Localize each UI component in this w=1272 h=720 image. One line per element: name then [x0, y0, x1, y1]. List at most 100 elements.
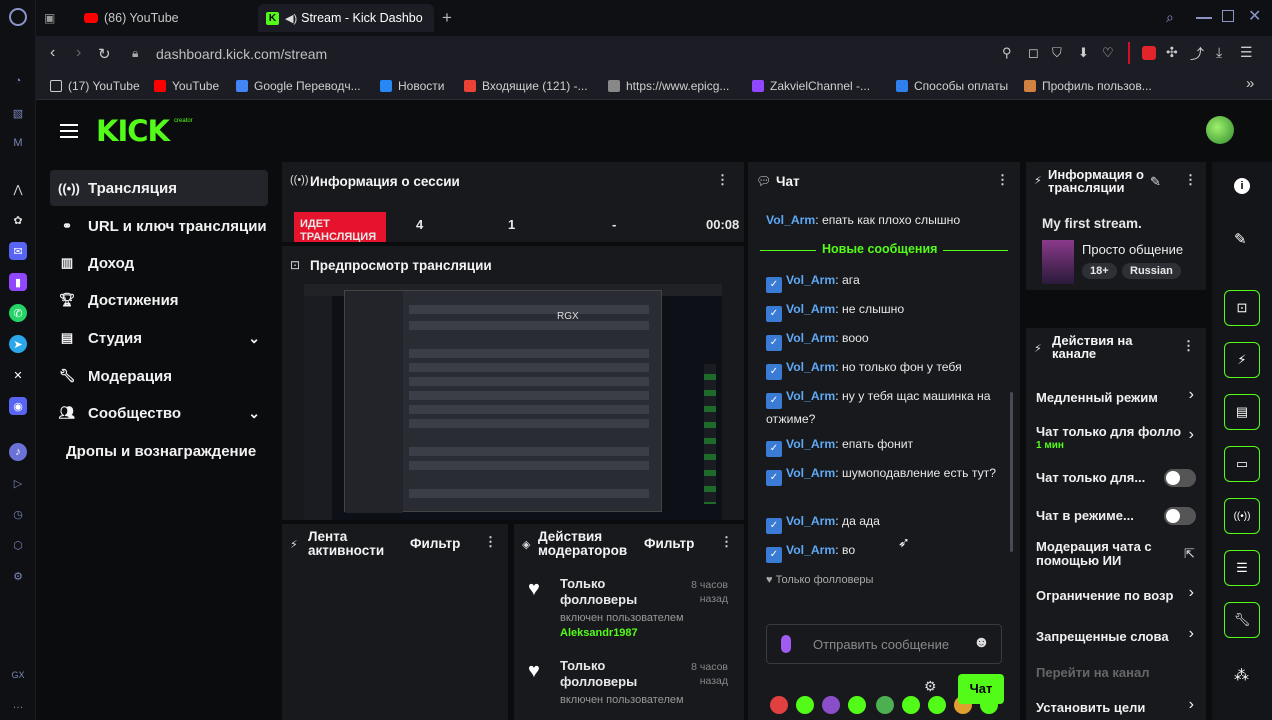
more-options-icon[interactable]: ⋮ [484, 534, 497, 550]
x-icon[interactable]: ✕ [9, 366, 27, 384]
tab-menu[interactable]: ▣ [36, 4, 66, 32]
url-field[interactable]: dashboard.kick.com/stream [156, 46, 327, 62]
rail-button-preview[interactable]: ⊡ [1224, 290, 1260, 326]
bookmark-item[interactable]: YouTube [154, 76, 219, 96]
close-window-icon[interactable]: ✕ [1248, 6, 1261, 26]
bookmark-item[interactable]: Профиль пользов... [1024, 76, 1152, 96]
action-age-restriction[interactable]: Ограничение по возр [1036, 588, 1194, 603]
action-set-goals[interactable]: Установить цели [1036, 700, 1206, 715]
chat-username[interactable]: Vol_Arm [786, 273, 835, 287]
action-slow-mode[interactable]: Медленный режим [1036, 390, 1196, 405]
more-options-icon[interactable]: ⋮ [996, 172, 1009, 188]
sidebar-item-moderation[interactable]: 🔧︎ Модерация [50, 358, 268, 394]
chat-username[interactable]: Vol_Arm [786, 302, 835, 316]
extension-icon[interactable] [1142, 46, 1156, 60]
chat-send-button[interactable]: Чат [958, 674, 1004, 704]
cube-icon[interactable]: ⬡ [9, 536, 27, 554]
app-icon[interactable]: ✉ [9, 242, 27, 260]
mail-icon[interactable]: M [9, 134, 27, 152]
info-icon[interactable]: i [1234, 178, 1250, 194]
chat-username[interactable]: Vol_Arm [786, 360, 835, 374]
more-options-icon[interactable]: ⋮ [1182, 338, 1195, 354]
minimize-icon[interactable] [1196, 17, 1212, 19]
rail-button-activity[interactable]: ⚡︎ [1224, 342, 1260, 378]
sidebar-item-community[interactable]: 👥︎ Сообщество ⌄ [50, 395, 268, 431]
emote-icon[interactable] [902, 696, 920, 714]
chevron-right-icon[interactable]: › [1189, 584, 1194, 602]
emote-icon[interactable] [822, 696, 840, 714]
emote-icon[interactable] [848, 696, 866, 714]
bookmark-item[interactable]: ZakvielChannel -... [752, 76, 870, 96]
gx-icon[interactable]: GX [9, 666, 27, 684]
bookmark-item[interactable]: Входящие (121) -... [464, 76, 588, 96]
avatar[interactable] [1206, 116, 1234, 144]
hamburger-menu-icon[interactable] [60, 124, 78, 138]
preview-video[interactable]: RGX [304, 284, 722, 520]
tab-kick-dashboard[interactable]: K ◀) Stream - Kick Dashbo [258, 4, 434, 32]
action-banned-words[interactable]: Запрещенные слова [1036, 629, 1206, 644]
discord-icon[interactable]: ◉ [9, 397, 27, 415]
more-icon[interactable]: … [9, 696, 27, 714]
kick-logo[interactable]: KICK [96, 114, 170, 148]
chat-username[interactable]: Vol_Arm [786, 466, 835, 480]
whatsapp-icon[interactable]: ✆ [9, 304, 27, 322]
more-bookmarks-icon[interactable]: » [1246, 75, 1254, 92]
downloads-icon[interactable]: ⤓ [1216, 44, 1222, 61]
forward-icon[interactable]: › [76, 44, 81, 62]
sidebar-item-studio[interactable]: ▤ Студия ⌄ [50, 320, 268, 356]
filter-button[interactable]: Фильтр [644, 536, 694, 551]
easy-setup-icon[interactable]: ☰ [1240, 44, 1253, 61]
aria-icon[interactable]: ⋀ [9, 180, 27, 198]
emote-icon[interactable] [928, 696, 946, 714]
rail-button-moderation[interactable]: 🔧︎ [1224, 602, 1260, 638]
speaker-icon[interactable]: ◀) [285, 12, 297, 25]
emote-icon[interactable] [876, 696, 894, 714]
back-icon[interactable]: ‹ [50, 44, 55, 62]
chat-settings-gear-icon[interactable]: ⚙ [924, 678, 944, 698]
maximize-icon[interactable] [1222, 10, 1234, 22]
edit-pencil-icon[interactable]: ✎ [1150, 174, 1161, 190]
chat-username[interactable]: Vol_Arm [786, 437, 835, 451]
send-icon[interactable]: ▷ [9, 474, 27, 492]
more-options-icon[interactable]: ⋮ [720, 534, 733, 550]
clock-icon[interactable]: ◷ [9, 505, 27, 523]
chatgpt-icon[interactable]: ✿ [9, 211, 27, 229]
twitch-icon[interactable]: ▮ [9, 273, 27, 291]
external-link-icon[interactable]: ⇱ [1184, 546, 1195, 562]
emote-mode-toggle[interactable] [1164, 507, 1196, 525]
pin-icon[interactable]: ⚲ [1002, 45, 1012, 61]
settings-icon[interactable]: ⚙ [9, 567, 27, 585]
rail-button-chat[interactable]: ▭ [1224, 446, 1260, 482]
opera-logo-icon[interactable] [9, 8, 27, 26]
bookmark-item[interactable]: https://www.epicg... [608, 76, 729, 96]
chevron-right-icon[interactable]: › [1189, 625, 1194, 643]
history-icon[interactable]: ◔ [9, 72, 27, 90]
reload-icon[interactable]: ↻ [98, 45, 111, 63]
action-followers-only[interactable]: Чат только для фолло [1036, 424, 1194, 439]
bookmark-item[interactable]: Новости [380, 76, 444, 96]
chat-username[interactable]: Vol_Arm [786, 543, 835, 557]
rail-button-session[interactable]: ☰ [1224, 550, 1260, 586]
filter-button[interactable]: Фильтр [410, 536, 460, 551]
chat-scrollbar[interactable] [1010, 392, 1013, 552]
download-arrow-icon[interactable]: ⬇ [1078, 45, 1089, 61]
more-options-icon[interactable]: ⋮ [716, 172, 729, 188]
emote-icon[interactable] [796, 696, 814, 714]
telegram-icon[interactable]: ➤ [9, 335, 27, 353]
rail-button-notes[interactable]: ▤ [1224, 394, 1260, 430]
shield-icon[interactable]: ⛉ [1052, 45, 1062, 61]
sidebar-item-url-key[interactable]: ⚭ URL и ключ трансляции [50, 208, 268, 244]
sidebar-item-achievements[interactable]: 🏆︎ Достижения [50, 282, 268, 318]
new-tab-plus-icon[interactable]: + [438, 4, 458, 32]
more-options-icon[interactable]: ⋮ [1184, 172, 1197, 188]
heart-icon[interactable]: ♡ [1102, 45, 1114, 61]
pencil-icon[interactable]: ✎ [1234, 230, 1247, 248]
bookmark-item[interactable]: Способы оплаты [896, 76, 1008, 96]
tab-youtube[interactable]: (86) YouTube [76, 4, 256, 32]
sidebar-item-drops[interactable]: Дропы и вознаграждение [66, 433, 286, 469]
mod-action-user[interactable]: Aleksandr1987 [560, 627, 638, 639]
chat-username[interactable]: Vol_Arm [786, 514, 835, 528]
chevron-right-icon[interactable]: › [1189, 696, 1194, 714]
chat-username[interactable]: Vol_Arm [786, 389, 835, 403]
widgets-icon[interactable]: ⁂ [1234, 666, 1249, 684]
